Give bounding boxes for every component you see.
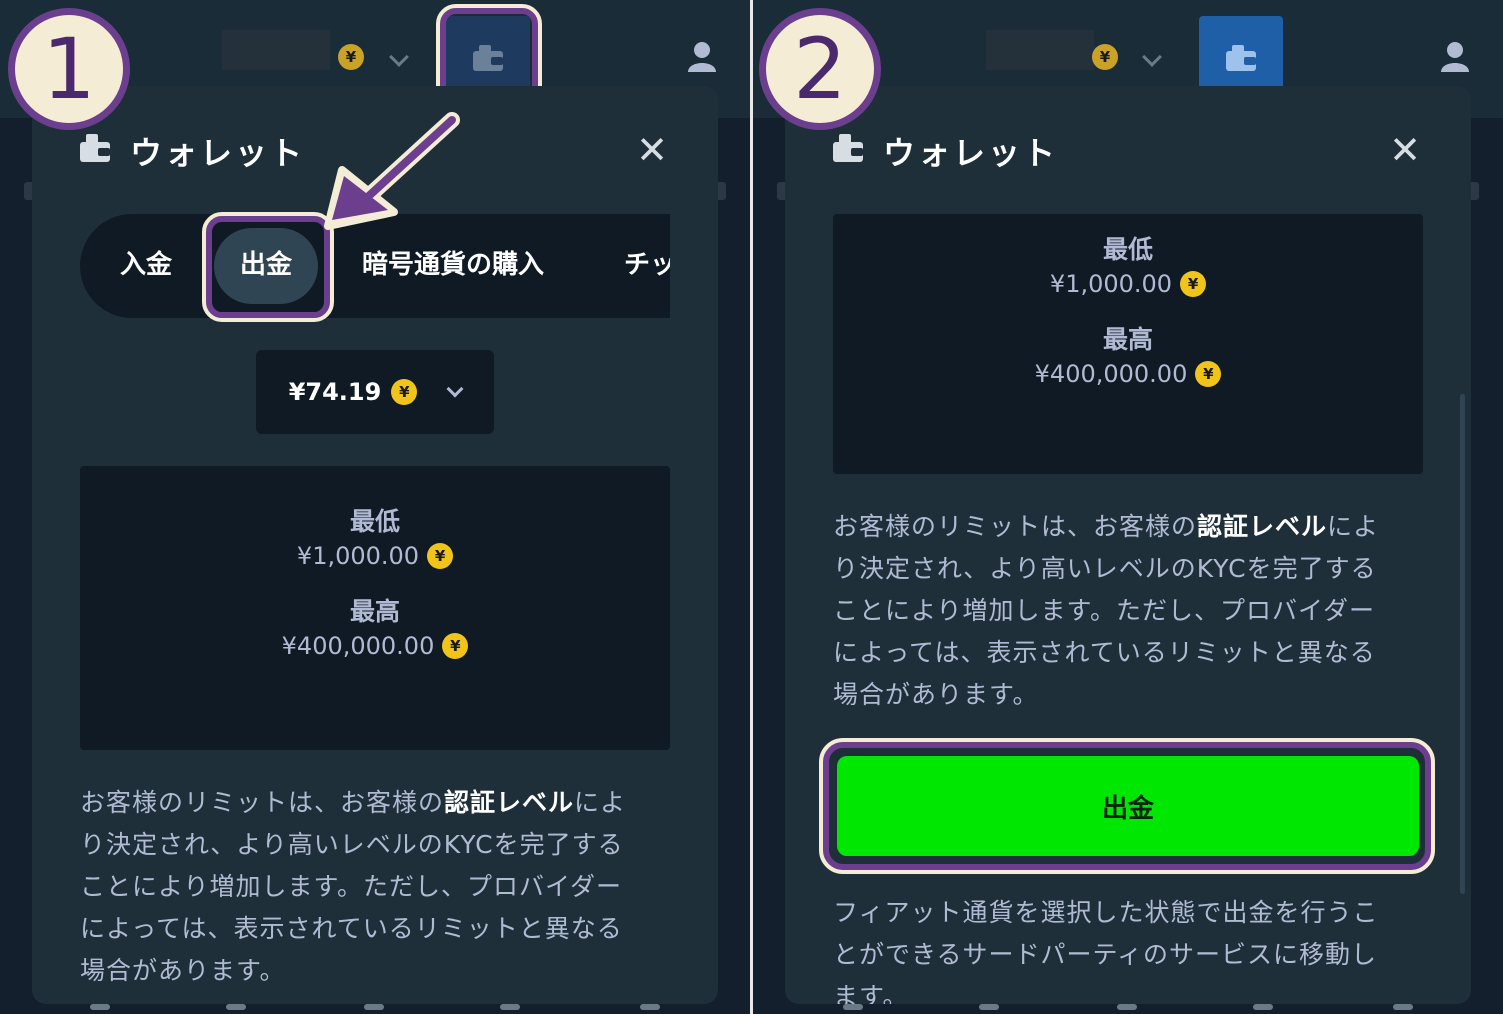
withdraw-tab-highlight (202, 212, 334, 322)
bottom-nav-item[interactable] (843, 1004, 863, 1010)
bottom-nav-item[interactable] (90, 1004, 110, 1010)
min-value-row: ¥1,000.00 ¥ (80, 542, 670, 570)
step-number-badge: 1 (8, 8, 130, 130)
modal-title: ウォレット (883, 134, 1059, 172)
bottom-nav-item[interactable] (500, 1004, 520, 1010)
fiat-note-line: フィアット通貨を選択した状態で出金を行うこ (833, 898, 1379, 927)
fiat-note-line: ます。 (833, 982, 909, 1004)
max-label: 最高 (349, 597, 400, 626)
bottom-nav-item[interactable] (1117, 1004, 1137, 1010)
chevron-down-icon (446, 380, 464, 398)
bottom-nav-item[interactable] (364, 1004, 384, 1010)
bottom-nav-item[interactable] (1253, 1004, 1273, 1010)
bottom-nav-item[interactable] (1393, 1004, 1413, 1010)
scrollbar[interactable] (1460, 394, 1465, 894)
fiat-note: フィアット通貨を選択した状態で出金を行うこ とができるサードパーティのサービスに… (833, 892, 1433, 1004)
min-value: ¥1,000.00 (1049, 270, 1173, 298)
max-value-row: ¥400,000.00 ¥ (833, 360, 1423, 388)
min-value-row: ¥1,000.00 ¥ (833, 270, 1423, 298)
desc-line: 場合があります。 (80, 956, 286, 985)
yen-coin-icon: ¥ (427, 543, 454, 569)
limits-box: 最低 ¥1,000.00 ¥ 最高 ¥400,000.00 ¥ (833, 214, 1423, 474)
desc-line: によっては、表示されているリミットと異なる (833, 638, 1376, 667)
limits-description: お客様のリミットは、お客様の認証レベルによ り決定され、より高いレベルのKYCを… (833, 506, 1433, 716)
min-value: ¥1,000.00 (296, 542, 420, 570)
wallet-icon (833, 134, 863, 162)
desc-line: お客様のリミットは、お客様の認証レベルによ (833, 512, 1380, 541)
balance-display[interactable] (986, 30, 1094, 70)
chevron-down-icon[interactable] (1142, 47, 1162, 67)
currency-select[interactable]: ¥74.19 ¥ (256, 350, 494, 434)
fiat-note-line: とができるサードパーティのサービスに移動し (833, 940, 1378, 969)
yen-coin-icon: ¥ (1092, 44, 1118, 70)
tab-buy-crypto[interactable]: 暗号通貨の購入 (362, 244, 544, 281)
bottom-nav-item[interactable] (979, 1004, 999, 1010)
user-icon[interactable] (1439, 40, 1471, 72)
chevron-down-icon[interactable] (389, 47, 409, 67)
verification-level-text: 認証レベル (1197, 512, 1328, 541)
bottom-nav-item[interactable] (226, 1004, 246, 1010)
desc-line: お客様のリミットは、お客様の認証レベルによ (80, 788, 627, 817)
yen-coin-icon: ¥ (442, 633, 469, 659)
desc-line: ことにより増加します。ただし、プロバイダー (833, 596, 1376, 625)
yen-coin-icon: ¥ (338, 44, 364, 70)
step-number-badge: 2 (759, 8, 881, 130)
step-2-panel: ¥ 2 ウォレット ✕ 最低 ¥1,000.00 ¥ 最高 ¥400,000.0… (753, 0, 1503, 1014)
balance-amount: ¥74.19 (288, 378, 382, 406)
wallet-icon (80, 134, 110, 162)
step-1-panel: ¥ 1 ウォレット ✕ 入金 出金 暗号通貨の購入 チッ ¥74.19 ¥ 最低… (0, 0, 750, 1014)
yen-coin-icon: ¥ (1180, 271, 1207, 297)
user-icon[interactable] (686, 40, 718, 72)
limits-box: 最低 ¥1,000.00 ¥ 最高 ¥400,000.00 ¥ (80, 466, 670, 750)
close-icon[interactable]: ✕ (1389, 128, 1421, 172)
limits-description: お客様のリミットは、お客様の認証レベルによ り決定され、より高いレベルのKYCを… (80, 782, 680, 992)
modal-title: ウォレット (130, 134, 306, 172)
max-value: ¥400,000.00 (281, 632, 435, 660)
withdraw-button-highlight (819, 738, 1435, 874)
desc-line: り決定され、より高いレベルのKYCを完了する (80, 830, 624, 859)
desc-line: ことにより増加します。ただし、プロバイダー (80, 872, 623, 901)
desc-line: 場合があります。 (833, 680, 1039, 709)
max-value-row: ¥400,000.00 ¥ (80, 632, 670, 660)
desc-line: によっては、表示されているリミットと異なる (80, 914, 623, 943)
min-label: 最低 (349, 507, 400, 536)
tab-tip[interactable]: チッ (624, 244, 670, 281)
arrow-icon (324, 112, 460, 230)
yen-coin-icon: ¥ (1195, 361, 1222, 387)
verification-level-text: 認証レベル (444, 788, 575, 817)
tab-deposit[interactable]: 入金 (120, 244, 172, 281)
max-value: ¥400,000.00 (1034, 360, 1188, 388)
min-label: 最低 (1102, 235, 1153, 264)
balance-display[interactable] (222, 30, 330, 70)
max-label: 最高 (1102, 325, 1153, 354)
yen-coin-icon: ¥ (391, 379, 418, 405)
wallet-icon (1226, 45, 1256, 71)
bottom-nav-item[interactable] (640, 1004, 660, 1010)
desc-line: り決定され、より高いレベルのKYCを完了する (833, 554, 1377, 583)
close-icon[interactable]: ✕ (636, 128, 668, 172)
